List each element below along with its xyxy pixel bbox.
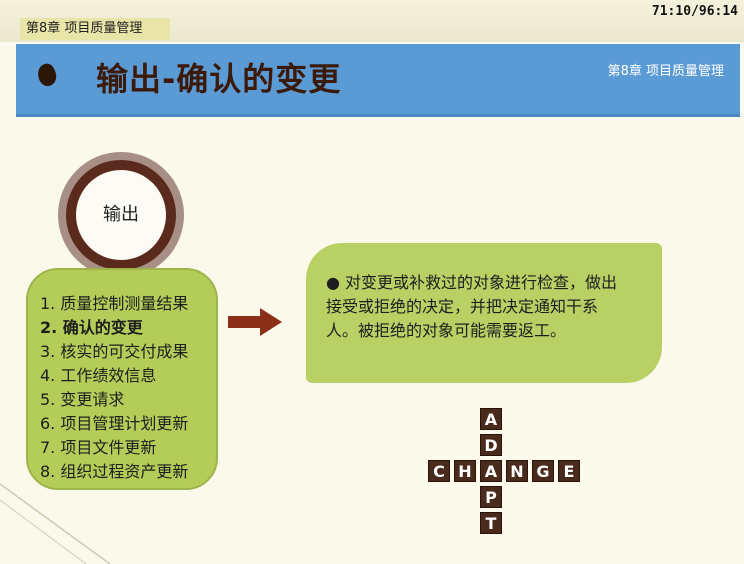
description-body: 对变更或补救过的对象进行检查，做出接受或拒绝的决定，并把决定通知干系人。被拒绝的… [326,273,618,340]
description-bubble: ● 对变更或补救过的对象进行检查，做出接受或拒绝的决定，并把决定通知干系人。被拒… [306,243,662,383]
chapter-tag: 第8章 项目质量管理 [20,18,170,40]
arrow-shaft [228,316,262,328]
right-arrow-icon [260,308,282,336]
output-list-item: 4. 工作绩效信息 [40,366,157,385]
title-bar: 输出-确认的变更 第8章 项目质量管理 [16,44,740,117]
description-text: ● 对变更或补救过的对象进行检查，做出接受或拒绝的决定，并把决定通知干系人。被拒… [326,271,626,343]
output-list-item: 6. 项目管理计划更新 [40,414,189,433]
crossword-tile: T [480,512,502,534]
slide-title: 输出-确认的变更 [96,60,342,98]
crossword-tile: A [480,408,502,430]
output-list-item: 2. 确认的变更 [40,318,143,337]
output-list-item: 1. 质量控制测量结果 [40,294,189,313]
corner-decoration [0,483,111,564]
output-list-item: 5. 变更请求 [40,390,125,409]
playback-timecode: 71:10/96:14 [651,4,738,19]
crossword-tile: G [532,460,554,482]
output-list-item: 3. 核实的可交付成果 [40,342,189,361]
crossword-tile: P [480,486,502,508]
crossword-tile: N [506,460,528,482]
crossword-tile: H [454,460,476,482]
bullet-icon: ● [326,273,346,292]
crossword-tile: E [558,460,580,482]
title-chapter-label: 第8章 项目质量管理 [607,64,724,79]
crossword-tile: A [480,460,502,482]
leaf-icon [34,61,60,89]
crossword-tile: D [480,434,502,456]
output-list-item: 7. 项目文件更新 [40,438,157,457]
output-list-item: 8. 组织过程资产更新 [40,462,189,481]
output-ring-label: 输出 [103,204,139,225]
crossword-tile: C [428,460,450,482]
